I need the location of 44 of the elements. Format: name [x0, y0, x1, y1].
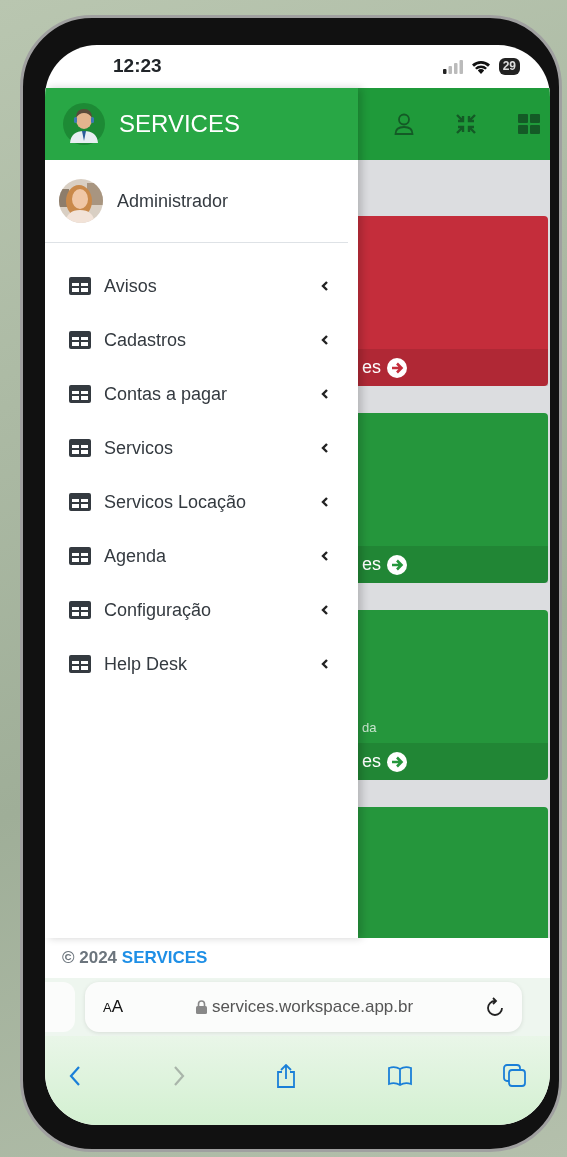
table-icon — [69, 331, 91, 349]
menu-item[interactable]: Agenda — [45, 529, 358, 583]
table-icon — [69, 385, 91, 403]
table-icon — [69, 493, 91, 511]
tabs-icon — [503, 1064, 526, 1087]
wifi-icon — [470, 59, 491, 74]
signal-icon — [442, 59, 463, 74]
battery-indicator: 29 — [498, 58, 520, 75]
menu-item[interactable]: Servicos Locação — [45, 475, 358, 529]
address-bar[interactable]: AA services.workspace.app.br — [85, 982, 522, 1032]
menu-item[interactable]: Servicos — [45, 421, 358, 475]
user-icon[interactable] — [394, 113, 414, 135]
brand-title: SERVICES — [119, 109, 240, 139]
back-icon — [69, 1064, 81, 1087]
table-icon — [69, 601, 91, 619]
card-text: da — [362, 718, 377, 737]
menu-item[interactable]: Avisos — [45, 259, 358, 313]
user-name: Administrador — [117, 189, 229, 213]
table-icon — [69, 277, 91, 295]
menu-item[interactable]: Configuração — [45, 583, 358, 637]
book-icon — [387, 1065, 412, 1086]
compress-icon[interactable] — [455, 113, 477, 135]
clock-time: 12:23 — [113, 54, 162, 79]
text-size-button[interactable]: AA — [103, 994, 123, 1020]
table-icon — [69, 547, 91, 565]
menu-item[interactable]: Help Desk — [45, 637, 358, 691]
url-text: services.workspace.app.br — [211, 996, 414, 1019]
menu-item[interactable]: Cadastros — [45, 313, 358, 367]
lock-icon — [195, 1000, 207, 1014]
menu-item[interactable]: Contas a pagar — [45, 367, 358, 421]
more-info-link[interactable]: es — [358, 349, 548, 386]
arrow-circle-icon — [387, 357, 407, 378]
copyright-text: © 2024 SERVICES — [62, 947, 208, 970]
reload-icon[interactable] — [486, 997, 504, 1017]
share-icon — [276, 1063, 296, 1088]
more-info-link[interactable]: es — [358, 743, 548, 780]
arrow-circle-icon — [387, 751, 407, 772]
table-icon — [69, 439, 91, 457]
forward-icon — [172, 1064, 185, 1087]
table-icon — [69, 655, 91, 673]
grid-icon[interactable] — [518, 114, 540, 134]
agent-logo-icon — [63, 103, 105, 145]
arrow-circle-icon — [387, 554, 407, 575]
more-info-link[interactable]: es — [358, 546, 548, 583]
